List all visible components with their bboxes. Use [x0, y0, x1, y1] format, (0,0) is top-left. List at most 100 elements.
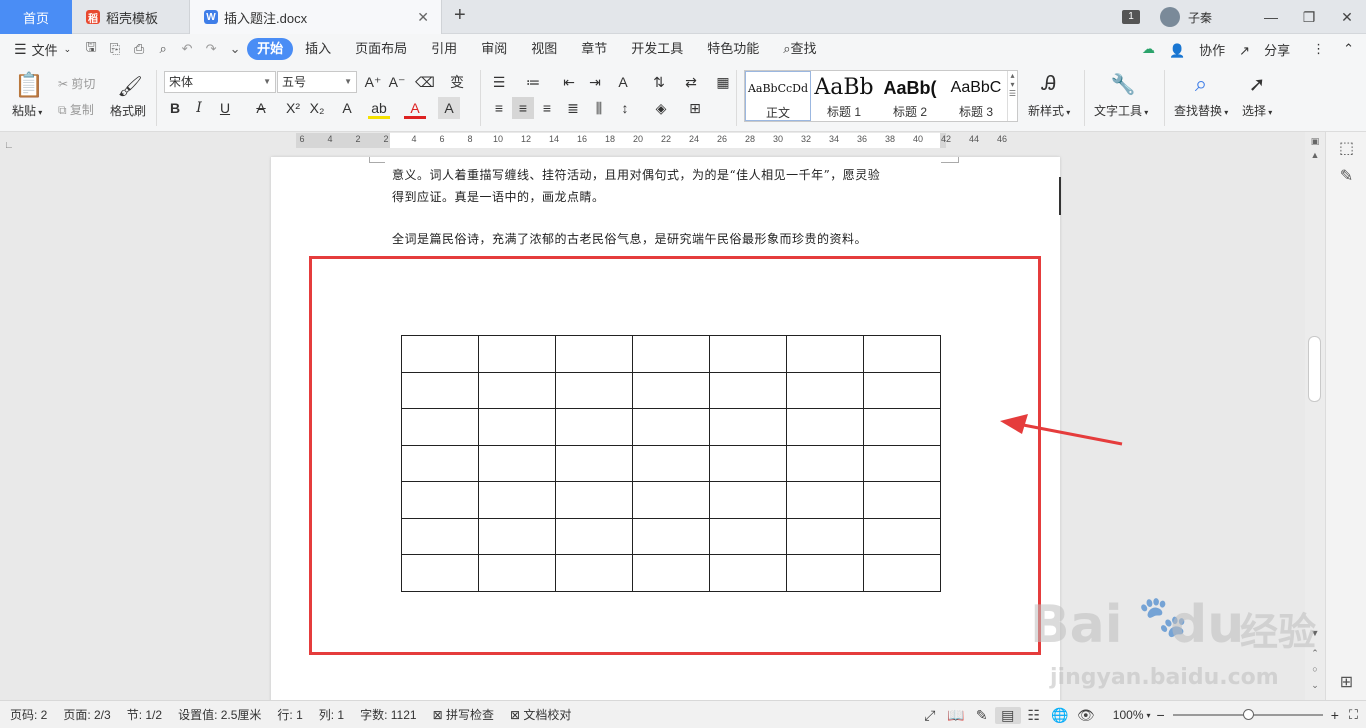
- avatar[interactable]: [1159, 7, 1180, 27]
- tab-developer[interactable]: 开发工具: [619, 38, 695, 60]
- table-cell[interactable]: [709, 444, 787, 482]
- tab-review[interactable]: 审阅: [469, 38, 519, 60]
- paste-icon[interactable]: 📋: [14, 70, 44, 100]
- close-tab-icon[interactable]: ✕: [417, 9, 429, 26]
- table-cell[interactable]: [786, 444, 864, 482]
- style-heading-3[interactable]: AaBbC 标题 3: [943, 71, 1009, 121]
- underline-icon[interactable]: U: [214, 97, 236, 119]
- select-button[interactable]: 选择 ▾: [1242, 102, 1272, 119]
- subscript-icon[interactable]: X₂: [306, 97, 328, 119]
- edit-pen-icon[interactable]: ✎: [969, 707, 995, 724]
- tab-references[interactable]: 引用: [419, 38, 469, 60]
- table-cell[interactable]: [632, 371, 710, 409]
- table-cell[interactable]: [709, 408, 787, 446]
- chevron-down-icon[interactable]: ▾: [1147, 711, 1151, 720]
- status-row[interactable]: 行: 1: [277, 706, 302, 723]
- status-word-count[interactable]: 字数: 1121: [360, 706, 416, 723]
- table-cell[interactable]: [786, 481, 864, 519]
- table-cell[interactable]: [863, 335, 941, 373]
- table-cell[interactable]: [401, 554, 479, 592]
- table-cell[interactable]: [632, 408, 710, 446]
- zoom-out-icon[interactable]: −: [1157, 707, 1165, 723]
- table-cell[interactable]: [555, 335, 633, 373]
- tab-document[interactable]: W 插入题注.docx ✕: [190, 0, 442, 34]
- restore-icon[interactable]: ❐: [1290, 9, 1328, 26]
- more-icon[interactable]: ⌄: [223, 41, 247, 57]
- table-cell[interactable]: [863, 554, 941, 592]
- print-preview-icon[interactable]: ⌕: [151, 41, 175, 57]
- horizontal-ruler[interactable]: 6 4 2 2 4 6 8 10 12 14 16 18 20 22 24 26 28 30 32 34 36 38 40 4…: [296, 133, 1007, 148]
- zoom-slider[interactable]: [1172, 709, 1323, 720]
- table-cell[interactable]: [555, 408, 633, 446]
- font-color-icon[interactable]: A: [404, 97, 426, 119]
- tab-page-layout[interactable]: 页面布局: [343, 38, 419, 60]
- table-cell[interactable]: [709, 371, 787, 409]
- table-cell[interactable]: [632, 335, 710, 373]
- document-table[interactable]: [401, 335, 941, 592]
- copy-button[interactable]: ⧉ 复制: [58, 101, 94, 118]
- collapse-panel-icon[interactable]: ⬚: [1326, 138, 1366, 158]
- scroll-up-arrow-icon[interactable]: ▲: [1309, 150, 1321, 160]
- wrench-icon[interactable]: 🔧: [1108, 70, 1138, 98]
- window-count-badge[interactable]: 1: [1121, 10, 1140, 24]
- table-cell[interactable]: [632, 481, 710, 519]
- cut-button[interactable]: ✂ 剪切: [58, 75, 95, 92]
- table-cell[interactable]: [786, 335, 864, 373]
- tab-start[interactable]: 开始: [247, 38, 294, 60]
- close-window-icon[interactable]: ✕: [1328, 9, 1366, 26]
- distribute-icon[interactable]: ⫼: [588, 97, 610, 119]
- table-cell[interactable]: [863, 517, 941, 555]
- table-cell[interactable]: [709, 517, 787, 555]
- align-center-icon[interactable]: ≡: [512, 97, 534, 119]
- italic-icon[interactable]: I: [188, 97, 210, 119]
- table-cell[interactable]: [709, 335, 787, 373]
- strikethrough-icon[interactable]: A: [250, 97, 272, 119]
- tab-stop-icon[interactable]: ∟: [4, 140, 14, 151]
- more-options-icon[interactable]: ⋮: [1312, 41, 1325, 57]
- table-cell[interactable]: [709, 481, 787, 519]
- table-cell[interactable]: [401, 335, 479, 373]
- align-right-icon[interactable]: ≡: [536, 97, 558, 119]
- status-pages[interactable]: 页面: 2/3: [63, 706, 110, 723]
- table-cell[interactable]: [401, 444, 479, 482]
- style-heading-1[interactable]: AaBb 标题 1: [811, 71, 877, 121]
- read-mode-icon[interactable]: 📖: [943, 707, 969, 724]
- status-col[interactable]: 列: 1: [319, 706, 344, 723]
- line-tools-icon[interactable]: ⇄: [680, 71, 702, 93]
- zoom-slider-knob[interactable]: [1242, 709, 1254, 720]
- table-cell[interactable]: [555, 481, 633, 519]
- table-cell[interactable]: [401, 517, 479, 555]
- find-replace-button[interactable]: 查找替换 ▾: [1174, 102, 1228, 119]
- table-cell[interactable]: [709, 554, 787, 592]
- zoom-in-icon[interactable]: +: [1331, 707, 1339, 723]
- select-cursor-icon[interactable]: ➚: [1244, 70, 1270, 98]
- table-cell[interactable]: [478, 517, 556, 555]
- export-icon[interactable]: ⎘: [103, 41, 127, 57]
- table-cell[interactable]: [478, 408, 556, 446]
- decrease-indent-icon[interactable]: ⇤: [558, 71, 580, 93]
- share-button[interactable]: ↗ 分享: [1239, 40, 1290, 59]
- collab-button[interactable]: 👤 协作: [1169, 40, 1225, 59]
- table-cell[interactable]: [401, 408, 479, 446]
- user-name[interactable]: 子秦: [1188, 9, 1212, 26]
- redo-icon[interactable]: ↷: [199, 41, 223, 57]
- table-cell[interactable]: [478, 371, 556, 409]
- shading-icon[interactable]: ◈: [650, 97, 672, 119]
- show-marks-icon[interactable]: ▦: [712, 71, 734, 93]
- table-cell[interactable]: [478, 554, 556, 592]
- table-cell[interactable]: [863, 408, 941, 446]
- paste-button[interactable]: 粘贴 ▾: [12, 102, 42, 119]
- bullets-icon[interactable]: ☰: [488, 71, 510, 93]
- spell-check-button[interactable]: ⊠ 拼写检查: [433, 706, 494, 723]
- table-cell[interactable]: [478, 444, 556, 482]
- clear-format-icon[interactable]: ⌫: [414, 71, 436, 93]
- font-family-select[interactable]: 宋体 ▼: [164, 71, 276, 93]
- collapse-ribbon-icon[interactable]: ⌃: [1343, 41, 1354, 57]
- paragraph-line[interactable]: 全词是篇民俗诗，充满了浓郁的古老民俗气息，是研究端午民俗最形象而珍贵的资料。: [392, 230, 867, 247]
- fit-window-icon[interactable]: ⛶: [1349, 707, 1358, 723]
- borders-icon[interactable]: ⊞: [684, 97, 706, 119]
- fullscreen-icon[interactable]: ⤢: [917, 707, 943, 724]
- table-cell[interactable]: [555, 371, 633, 409]
- style-normal[interactable]: AaBbCcDd 正文: [745, 71, 811, 121]
- phonetic-icon[interactable]: 变: [446, 71, 468, 93]
